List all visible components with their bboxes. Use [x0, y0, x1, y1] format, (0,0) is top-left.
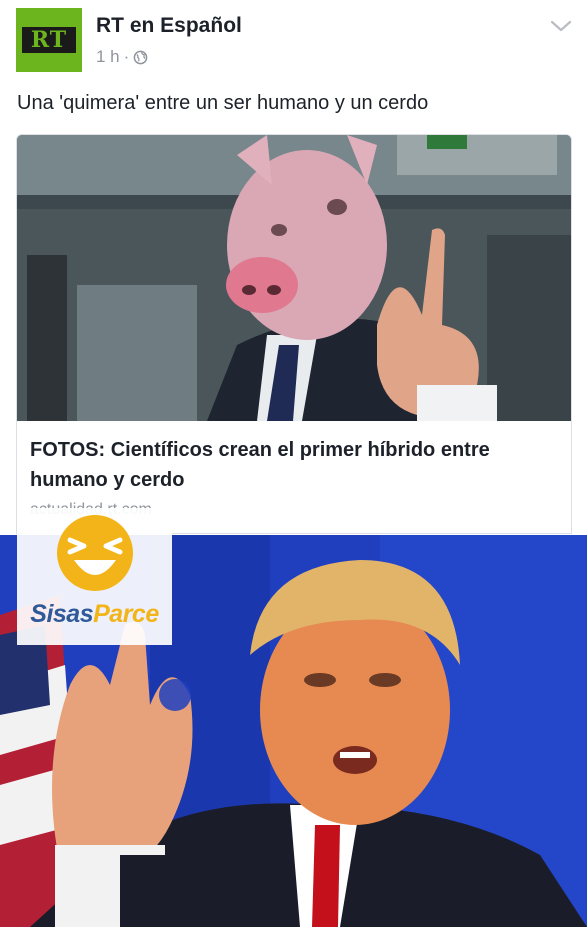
post-timestamp[interactable]: 1 h — [96, 47, 120, 67]
watermark-brand: SisasParce — [17, 600, 172, 629]
globe-icon — [133, 50, 148, 64]
watermark-logo: SisasParce — [17, 508, 172, 645]
post-caption: Una 'quimera' entre un ser humano y un c… — [17, 92, 429, 114]
link-title[interactable]: FOTOS: Científicos crean el primer híbri… — [30, 435, 550, 495]
chevron-down-icon[interactable] — [548, 16, 574, 36]
link-preview-image[interactable] — [17, 135, 571, 421]
post-meta: 1 h · — [96, 47, 148, 67]
page-avatar[interactable]: RT — [16, 8, 82, 72]
link-preview-card[interactable]: FOTOS: Científicos crean el primer híbri… — [16, 134, 572, 534]
facebook-post: RT RT en Español 1 h · Una 'quimera' ent… — [0, 0, 587, 535]
rt-logo: RT — [22, 27, 76, 53]
brand-part1: Sisas — [30, 600, 94, 628]
meta-separator: · — [123, 47, 130, 66]
page-name-link[interactable]: RT en Español — [96, 14, 242, 38]
brand-part2: Parce — [93, 600, 159, 628]
laughing-face-icon — [57, 515, 133, 591]
